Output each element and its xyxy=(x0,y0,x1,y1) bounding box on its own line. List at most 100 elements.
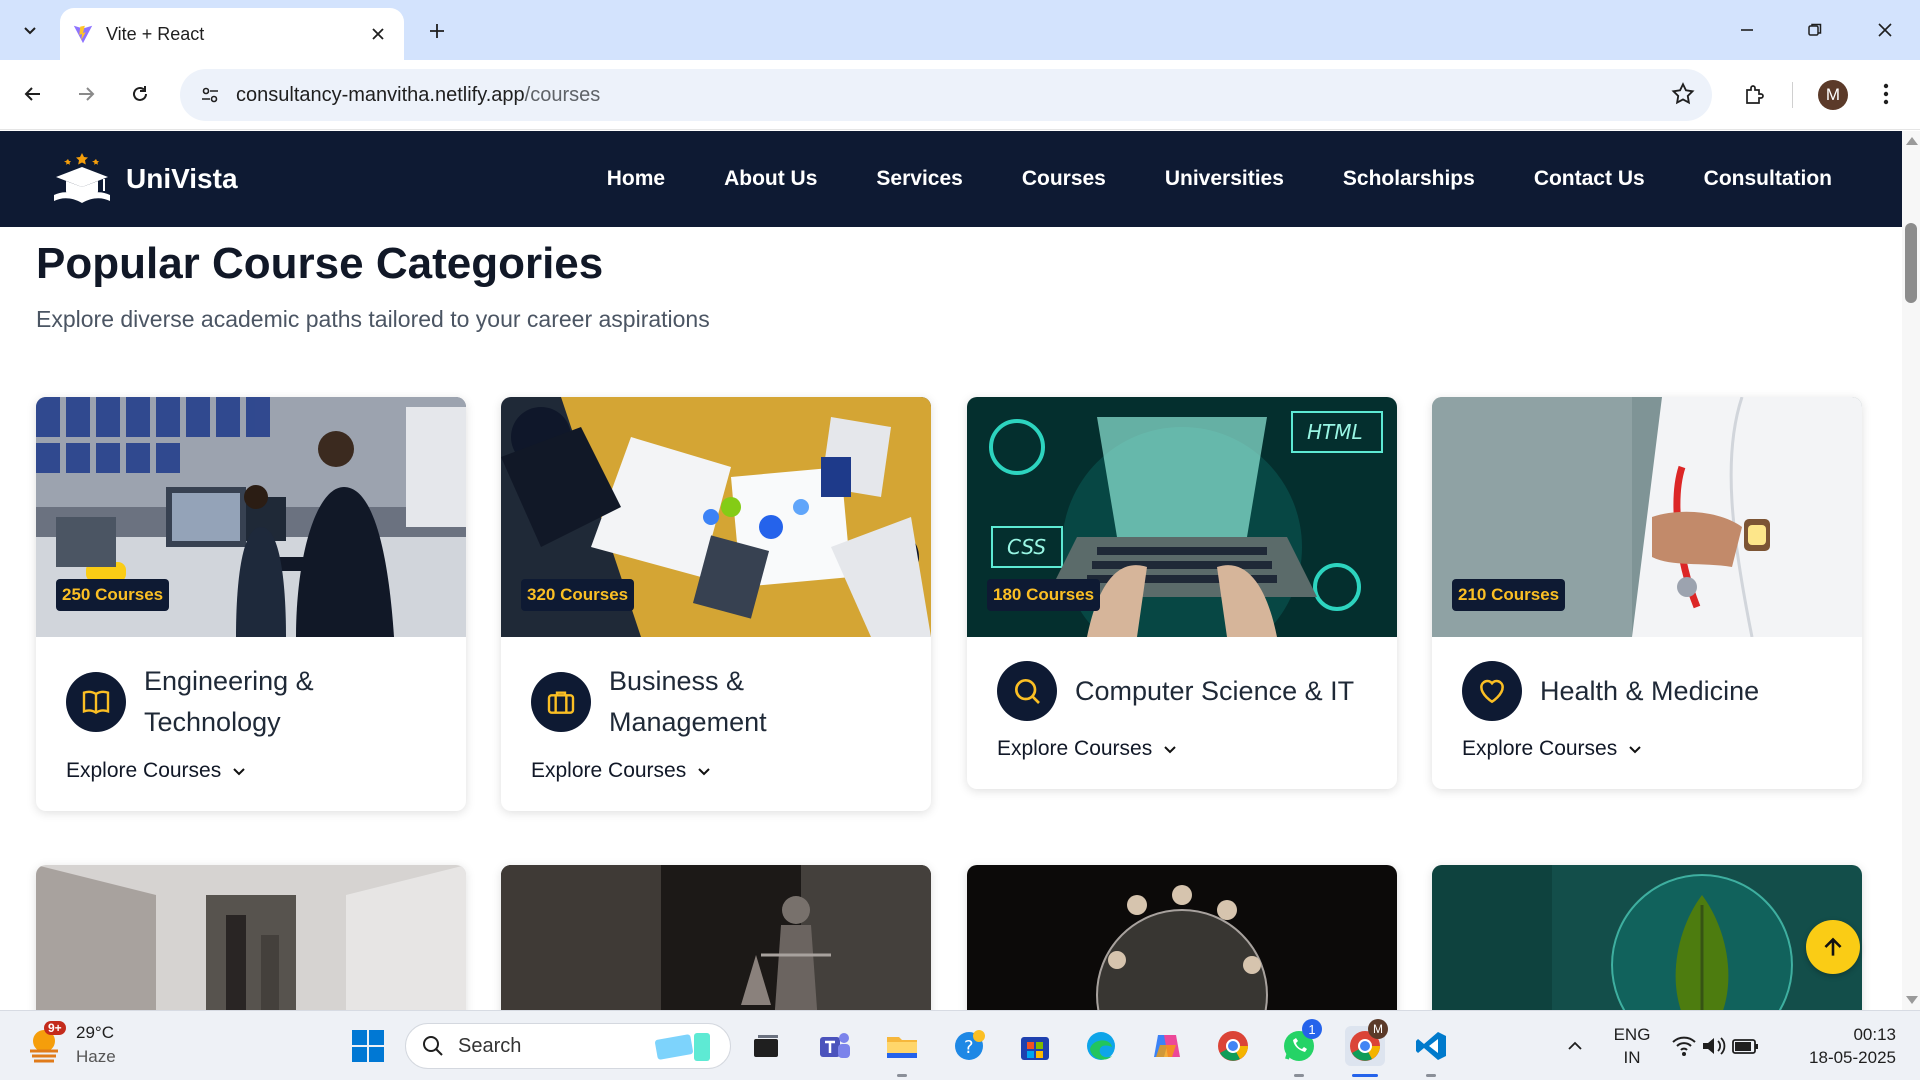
weather-notification-badge: 9+ xyxy=(44,1021,66,1035)
category-title: Business & Management xyxy=(609,666,767,737)
teams-icon xyxy=(820,1033,850,1058)
explore-courses-toggle[interactable]: Explore Courses xyxy=(66,759,436,783)
clock-time: 00:13 xyxy=(1853,1025,1896,1044)
weather-temperature: 29°C xyxy=(76,1023,114,1042)
start-button[interactable] xyxy=(348,1026,388,1066)
profile-avatar[interactable]: M xyxy=(1818,80,1848,110)
nav-home[interactable]: Home xyxy=(607,167,665,191)
category-title: Computer Science & IT xyxy=(1075,675,1355,706)
puzzle-icon xyxy=(1746,85,1764,104)
task-view-button[interactable] xyxy=(746,1026,786,1066)
plus-icon xyxy=(430,24,444,38)
category-title: Health & Medicine xyxy=(1540,675,1760,706)
search-highlight-travel-icon xyxy=(655,1033,710,1061)
course-count-badge: 210 Courses xyxy=(1452,579,1566,611)
weather-condition: Haze xyxy=(76,1047,116,1066)
nav-services[interactable]: Services xyxy=(876,167,962,191)
course-category-card-business[interactable]: 320 Courses Business & Management Explor… xyxy=(501,397,931,811)
language-indicator[interactable]: ENG IN xyxy=(1610,1023,1654,1069)
vscode-app[interactable] xyxy=(1411,1026,1451,1066)
tab-search-button[interactable] xyxy=(12,12,48,48)
browser-tab[interactable]: Vite + React xyxy=(60,8,404,60)
tune-icon xyxy=(202,87,218,103)
quick-settings-button[interactable] xyxy=(1670,1026,1760,1066)
page-title: Popular Course Categories xyxy=(36,239,604,288)
humanities-photo xyxy=(967,865,1397,1010)
course-category-card-health[interactable]: 210 Courses Health & Medicine Explore Co… xyxy=(1432,397,1862,789)
tab-close-button[interactable] xyxy=(364,20,392,48)
browser-menu-button[interactable] xyxy=(1866,74,1906,114)
course-category-card-law[interactable] xyxy=(501,865,931,1010)
nav-universities[interactable]: Universities xyxy=(1165,167,1284,191)
nav-consultation[interactable]: Consultation xyxy=(1704,167,1832,191)
explore-courses-toggle[interactable]: Explore Courses xyxy=(531,759,901,783)
toolbar-divider xyxy=(1792,82,1793,108)
clock[interactable]: 00:13 18-05-2025 xyxy=(1786,1023,1896,1069)
url-text: consultancy-manvitha.netlify.app/courses xyxy=(236,84,600,107)
minimize-button[interactable] xyxy=(1722,10,1772,50)
close-icon xyxy=(1878,23,1892,37)
minimize-icon xyxy=(1741,29,1753,31)
explore-courses-toggle[interactable]: Explore Courses xyxy=(997,737,1367,761)
forward-button[interactable] xyxy=(66,74,106,114)
brand-name: UniVista xyxy=(126,163,238,194)
reload-button[interactable] xyxy=(120,74,160,114)
copilot-app[interactable] xyxy=(1147,1026,1187,1066)
new-tab-button[interactable] xyxy=(420,14,454,48)
course-category-card-computer-science[interactable]: HTML CSS 180 Courses Computer Science & … xyxy=(967,397,1397,789)
address-bar[interactable]: consultancy-manvitha.netlify.app/courses xyxy=(180,69,1712,121)
url-path: /courses xyxy=(524,83,601,106)
explorer-running-indicator xyxy=(897,1074,907,1077)
microsoft-store-app[interactable] xyxy=(1015,1026,1055,1066)
edge-app[interactable] xyxy=(1081,1026,1121,1066)
graduation-cap-logo-icon xyxy=(54,153,110,203)
scroll-to-top-button[interactable] xyxy=(1806,920,1860,974)
scroll-up-arrow[interactable] xyxy=(1906,137,1918,145)
region-code: IN xyxy=(1623,1048,1641,1067)
nav-about-us[interactable]: About Us xyxy=(724,167,817,191)
bookmark-star-icon[interactable] xyxy=(1670,81,1696,107)
page-scrollbar[interactable] xyxy=(1902,131,1920,1010)
course-category-card-humanities[interactable] xyxy=(967,865,1397,1010)
nav-contact-us[interactable]: Contact Us xyxy=(1534,167,1645,191)
browser-toolbar: consultancy-manvitha.netlify.app/courses… xyxy=(0,60,1920,130)
card-image-engineering: 250 Courses xyxy=(36,397,466,637)
heart-icon xyxy=(1462,661,1522,721)
back-button[interactable] xyxy=(13,74,53,114)
search-placeholder: Search xyxy=(458,1034,522,1057)
course-category-card-engineering[interactable]: 250 Courses Engineering & Technology Exp… xyxy=(36,397,466,811)
scroll-down-arrow[interactable] xyxy=(1906,996,1918,1004)
book-icon xyxy=(66,672,126,732)
explore-courses-toggle[interactable]: Explore Courses xyxy=(1462,737,1832,761)
whatsapp-running-indicator xyxy=(1294,1074,1304,1077)
site-info-button[interactable] xyxy=(184,85,236,105)
nav-scholarships[interactable]: Scholarships xyxy=(1343,167,1475,191)
site-logo[interactable]: UniVista xyxy=(50,149,238,209)
card-image-health: 210 Courses xyxy=(1432,397,1862,637)
get-help-app[interactable]: ? xyxy=(949,1026,989,1066)
briefcase-icon xyxy=(531,672,591,732)
svg-text:?: ? xyxy=(964,1037,974,1058)
teams-app[interactable] xyxy=(815,1026,855,1066)
close-window-button[interactable] xyxy=(1860,10,1910,50)
reload-icon xyxy=(133,86,147,101)
chrome-app[interactable] xyxy=(1213,1026,1253,1066)
explore-courses-label: Explore Courses xyxy=(1462,737,1618,760)
file-explorer-app[interactable] xyxy=(882,1026,922,1066)
arrow-left-icon xyxy=(24,87,40,101)
restore-button[interactable] xyxy=(1790,10,1840,50)
scrollbar-thumb[interactable] xyxy=(1905,223,1917,303)
restore-icon xyxy=(1808,23,1822,36)
extensions-button[interactable] xyxy=(1735,74,1775,114)
site-navbar: UniVista Home About Us Services Courses … xyxy=(0,131,1902,227)
course-category-card-environment[interactable] xyxy=(1432,865,1862,1010)
html-label: HTML xyxy=(1307,420,1363,444)
chevron-down-icon xyxy=(233,768,245,776)
taskbar-search[interactable]: Search xyxy=(405,1023,731,1069)
course-category-card-architecture[interactable] xyxy=(36,865,466,1010)
show-hidden-icons-button[interactable] xyxy=(1555,1026,1595,1066)
chrome-icon xyxy=(1218,1031,1248,1061)
weather-widget[interactable]: 29°C Haze xyxy=(24,1021,116,1069)
windows-logo-icon xyxy=(352,1030,384,1062)
nav-courses[interactable]: Courses xyxy=(1022,167,1106,191)
